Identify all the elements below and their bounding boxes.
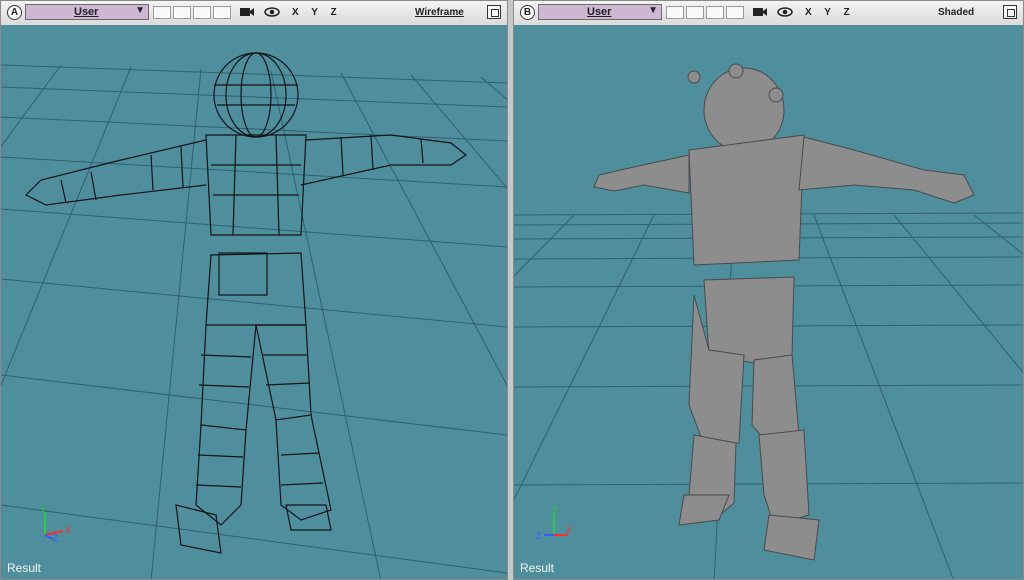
eye-icon[interactable] [264, 5, 280, 19]
camera-dropdown[interactable]: User ▼ [538, 4, 662, 20]
axis-constraints[interactable]: X Y Z [292, 7, 342, 18]
eye-icon[interactable] [777, 5, 793, 19]
viewport-a-canvas[interactable]: Y X Z Result [1, 25, 507, 579]
ground-grid [1, 64, 507, 579]
camera-icon[interactable] [752, 5, 768, 19]
layer-slots [666, 6, 746, 24]
gizmo-z-label: Z [53, 533, 59, 541]
axis-constraints[interactable]: X Y Z [805, 7, 855, 18]
viewport-b[interactable]: B User ▼ X Y Z Shaded Y X Z Result [513, 0, 1024, 580]
shading-mode-menu[interactable]: Shaded [938, 7, 974, 18]
dropdown-arrow-icon: ▼ [135, 5, 145, 16]
slot-2[interactable] [686, 6, 704, 19]
slot-1[interactable] [153, 6, 171, 19]
camera-label: User [587, 6, 612, 18]
slot-3[interactable] [193, 6, 211, 19]
viewport-letter-icon[interactable]: A [7, 5, 22, 20]
axis-gizmo-icon: Y X Z [40, 505, 71, 541]
slot-4[interactable] [726, 6, 744, 19]
viewport-b-toolbar: B User ▼ X Y Z Shaded [514, 1, 1023, 26]
gizmo-x-label: X [65, 525, 71, 535]
slot-2[interactable] [173, 6, 191, 19]
wireframe-figure [24, 52, 468, 554]
camera-icon[interactable] [239, 5, 255, 19]
layer-slots [153, 6, 233, 24]
slot-3[interactable] [706, 6, 724, 19]
camera-dropdown[interactable]: User ▼ [25, 4, 149, 20]
maximize-icon[interactable] [487, 5, 501, 19]
viewport-b-canvas[interactable]: Y X Z Result [514, 25, 1023, 579]
gizmo-z-label: Z [536, 531, 542, 541]
viewport-a[interactable]: A User ▼ X Y Z Wireframe Y X Z Result [0, 0, 508, 580]
dropdown-arrow-icon: ▼ [648, 5, 658, 16]
gizmo-y-label: Y [552, 505, 558, 515]
slot-1[interactable] [666, 6, 684, 19]
wireframe-scene [1, 52, 507, 579]
slot-4[interactable] [213, 6, 231, 19]
viewport-status-label: Result [520, 561, 555, 575]
axis-gizmo-icon: Y X Z [536, 505, 572, 541]
gizmo-y-label: Y [40, 505, 46, 515]
gizmo-x-label: X [566, 525, 572, 535]
shading-mode-menu[interactable]: Wireframe [415, 7, 464, 18]
viewport-status-label: Result [7, 561, 42, 575]
camera-label: User [74, 6, 99, 18]
maximize-icon[interactable] [1003, 5, 1017, 19]
viewport-a-toolbar: A User ▼ X Y Z Wireframe [1, 1, 507, 26]
viewport-letter-icon[interactable]: B [520, 5, 535, 20]
shaded-scene [514, 63, 1023, 579]
